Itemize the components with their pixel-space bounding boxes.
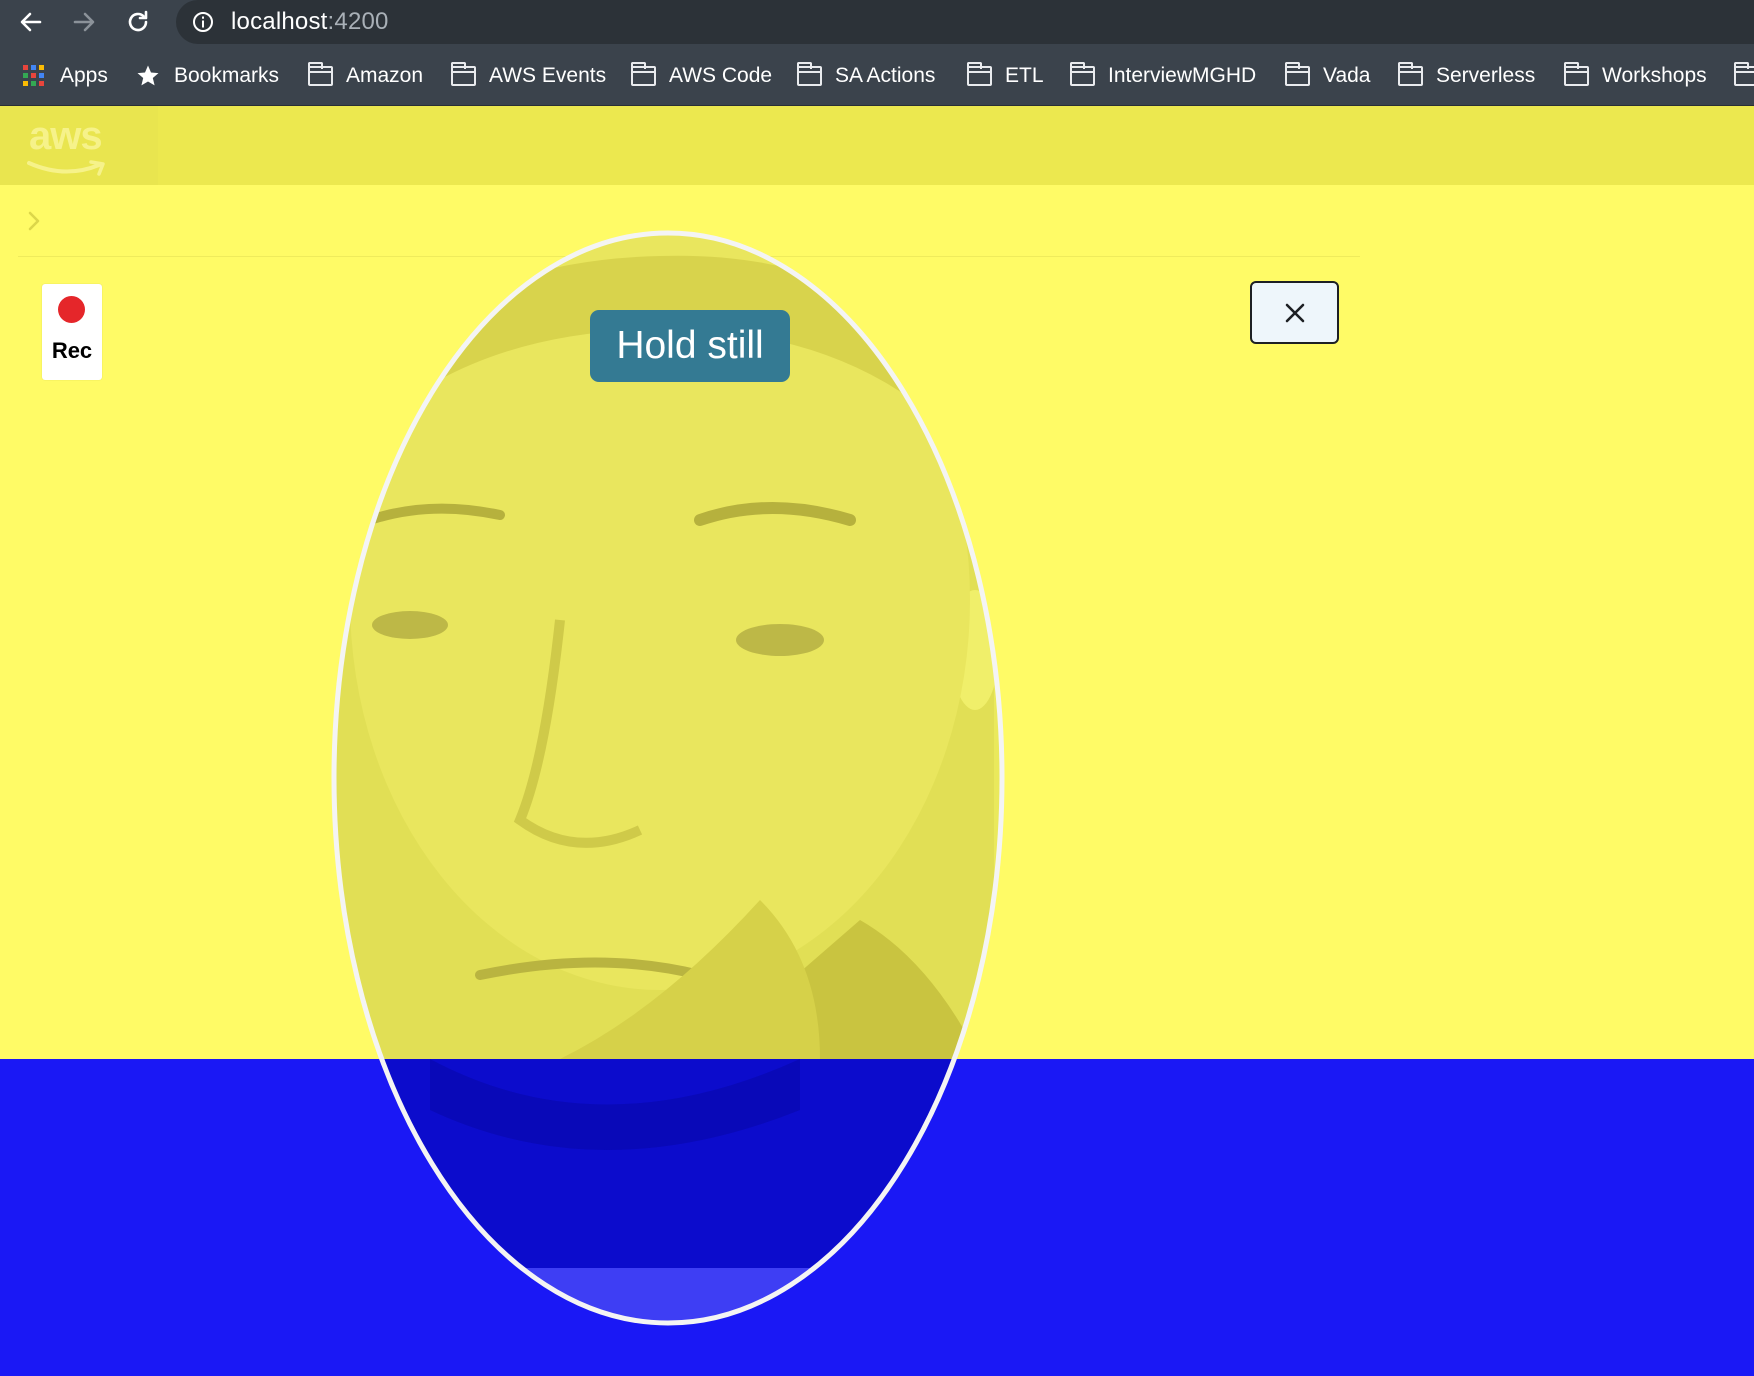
close-icon [1285,303,1304,322]
recording-label: Rec [51,338,93,363]
camera-feed [334,233,1000,1323]
instruction-badge: Hold still [590,310,790,382]
face-oval-camera [331,230,1005,1326]
recording-dot-icon [58,296,85,323]
close-button[interactable] [1250,281,1339,344]
recording-indicator: Rec [42,284,102,380]
